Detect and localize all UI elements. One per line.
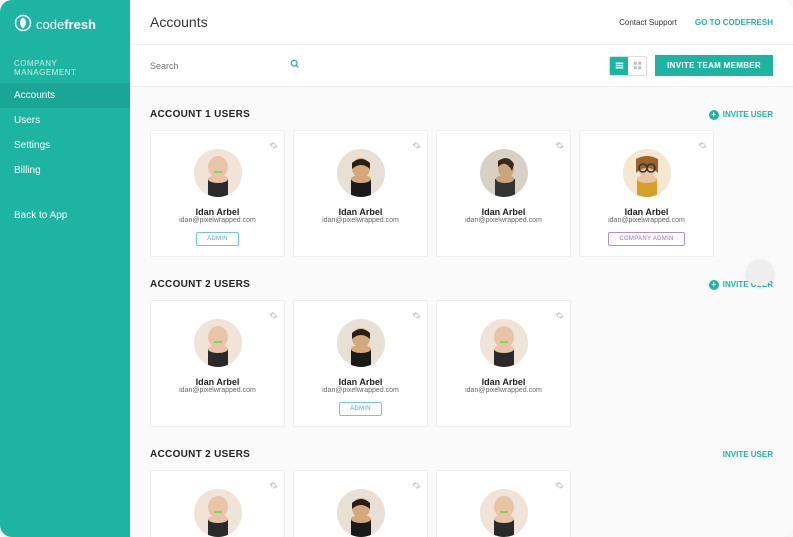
header-links: Contact Support GO TO CODEFRESH bbox=[619, 18, 773, 27]
floating-action-button[interactable] bbox=[747, 260, 773, 286]
user-email: idan@pixelwrapped.com bbox=[179, 387, 256, 394]
brand-text-2: fresh bbox=[64, 17, 96, 32]
admin-badge: ADMIN bbox=[339, 402, 382, 416]
content-scroll[interactable]: ACCOUNT 1 USERS+INVITE USERIdan Arbelida… bbox=[130, 87, 793, 537]
user-card: Idan Arbelidan@pixelwrapped.com bbox=[150, 300, 285, 427]
user-card bbox=[436, 470, 571, 537]
user-email: idan@pixelwrapped.com bbox=[465, 387, 542, 394]
toolbar-right: INVITE TEAM MEMBER bbox=[609, 55, 773, 76]
section-title: ACCOUNT 2 USERS bbox=[150, 449, 250, 460]
sidebar-item-accounts[interactable]: Accounts bbox=[0, 83, 130, 108]
sidebar-item-users[interactable]: Users bbox=[0, 108, 130, 133]
search-box bbox=[150, 59, 300, 72]
invite-user-label: INVITE USER bbox=[723, 450, 773, 459]
sidebar-item-billing[interactable]: Billing bbox=[0, 158, 130, 183]
avatar bbox=[194, 489, 242, 537]
plus-icon: + bbox=[709, 280, 719, 290]
avatar bbox=[337, 489, 385, 537]
company-admin-badge: COMPANY ADMIN bbox=[608, 232, 684, 246]
view-toggle bbox=[609, 56, 647, 76]
invite-user-label: INVITE USER bbox=[723, 110, 773, 119]
account-section: ACCOUNT 2 USERS+INVITE USERIdan Arbelida… bbox=[150, 279, 773, 427]
sidebar-back-to-app[interactable]: Back to App bbox=[0, 203, 130, 228]
user-card: Idan Arbelidan@pixelwrapped.com ADMIN bbox=[150, 130, 285, 257]
avatar bbox=[480, 319, 528, 367]
user-name: Idan Arbel bbox=[625, 207, 669, 217]
page-title: Accounts bbox=[150, 14, 208, 30]
user-email: idan@pixelwrapped.com bbox=[608, 217, 685, 224]
user-card bbox=[293, 470, 428, 537]
account-section: ACCOUNT 2 USERS INVITE USER bbox=[150, 449, 773, 537]
user-card: Idan Arbelidan@pixelwrapped.com bbox=[436, 300, 571, 427]
avatar bbox=[480, 149, 528, 197]
section-head: ACCOUNT 1 USERS + INVITE USER bbox=[150, 109, 773, 120]
brand-text-1: code bbox=[36, 17, 64, 32]
invite-user-button[interactable]: INVITE USER bbox=[723, 450, 773, 459]
invite-user-button[interactable]: + INVITE USER bbox=[709, 110, 773, 120]
toolbar: INVITE TEAM MEMBER bbox=[130, 45, 793, 87]
section-title: ACCOUNT 2 USERS bbox=[150, 279, 250, 290]
user-card: Idan Arbelidan@pixelwrapped.com bbox=[293, 130, 428, 257]
section-head: ACCOUNT 2 USERS INVITE USER bbox=[150, 449, 773, 460]
gear-icon[interactable] bbox=[269, 477, 278, 495]
go-to-codefresh-link[interactable]: GO TO CODEFRESH bbox=[695, 18, 773, 27]
sidebar-item-settings[interactable]: Settings bbox=[0, 133, 130, 158]
gear-icon[interactable] bbox=[698, 137, 707, 155]
gear-icon[interactable] bbox=[412, 137, 421, 155]
gear-icon[interactable] bbox=[269, 137, 278, 155]
main: Accounts Contact Support GO TO CODEFRESH bbox=[130, 0, 793, 537]
user-card: Idan Arbelidan@pixelwrapped.com ADMIN bbox=[293, 300, 428, 427]
avatar bbox=[194, 149, 242, 197]
gear-icon[interactable] bbox=[555, 307, 564, 325]
avatar bbox=[480, 489, 528, 537]
user-name: Idan Arbel bbox=[196, 207, 240, 217]
admin-badge: ADMIN bbox=[196, 232, 239, 246]
user-cards: Idan Arbelidan@pixelwrapped.comIdan Arbe… bbox=[150, 300, 773, 427]
user-name: Idan Arbel bbox=[339, 207, 383, 217]
view-grid-button[interactable] bbox=[628, 57, 646, 75]
user-email: idan@pixelwrapped.com bbox=[322, 387, 399, 394]
user-name: Idan Arbel bbox=[482, 377, 526, 387]
user-email: idan@pixelwrapped.com bbox=[465, 217, 542, 224]
view-list-button[interactable] bbox=[610, 57, 628, 75]
search-icon[interactable] bbox=[290, 59, 300, 72]
user-email: idan@pixelwrapped.com bbox=[179, 217, 256, 224]
sidebar: codefresh COMPANY MANAGEMENT AccountsUse… bbox=[0, 0, 130, 537]
gear-icon[interactable] bbox=[555, 137, 564, 155]
account-section: ACCOUNT 1 USERS+INVITE USERIdan Arbelida… bbox=[150, 109, 773, 257]
avatar bbox=[337, 319, 385, 367]
sidebar-section-label: COMPANY MANAGEMENT bbox=[0, 53, 130, 83]
section-head: ACCOUNT 2 USERS+INVITE USER bbox=[150, 279, 773, 290]
avatar bbox=[194, 319, 242, 367]
section-title: ACCOUNT 1 USERS bbox=[150, 109, 250, 120]
user-name: Idan Arbel bbox=[196, 377, 240, 387]
user-cards bbox=[150, 470, 773, 537]
gear-icon[interactable] bbox=[269, 307, 278, 325]
user-email: idan@pixelwrapped.com bbox=[322, 217, 399, 224]
user-name: Idan Arbel bbox=[482, 207, 526, 217]
plus-icon: + bbox=[709, 110, 719, 120]
avatar bbox=[337, 149, 385, 197]
leaf-icon bbox=[14, 14, 32, 35]
brand-logo[interactable]: codefresh bbox=[0, 14, 130, 53]
user-name: Idan Arbel bbox=[339, 377, 383, 387]
invite-team-member-button[interactable]: INVITE TEAM MEMBER bbox=[655, 55, 773, 76]
header: Accounts Contact Support GO TO CODEFRESH bbox=[130, 0, 793, 45]
gear-icon[interactable] bbox=[555, 477, 564, 495]
gear-icon[interactable] bbox=[412, 307, 421, 325]
search-input[interactable] bbox=[150, 61, 290, 71]
gear-icon[interactable] bbox=[412, 477, 421, 495]
contact-support-link[interactable]: Contact Support bbox=[619, 18, 677, 27]
user-card: Idan Arbelidan@pixelwrapped.com bbox=[436, 130, 571, 257]
user-card: Idan Arbelidan@pixelwrapped.com COMPANY A… bbox=[579, 130, 714, 257]
user-cards: Idan Arbelidan@pixelwrapped.comADMINIdan… bbox=[150, 130, 773, 257]
avatar bbox=[623, 149, 671, 197]
user-card bbox=[150, 470, 285, 537]
